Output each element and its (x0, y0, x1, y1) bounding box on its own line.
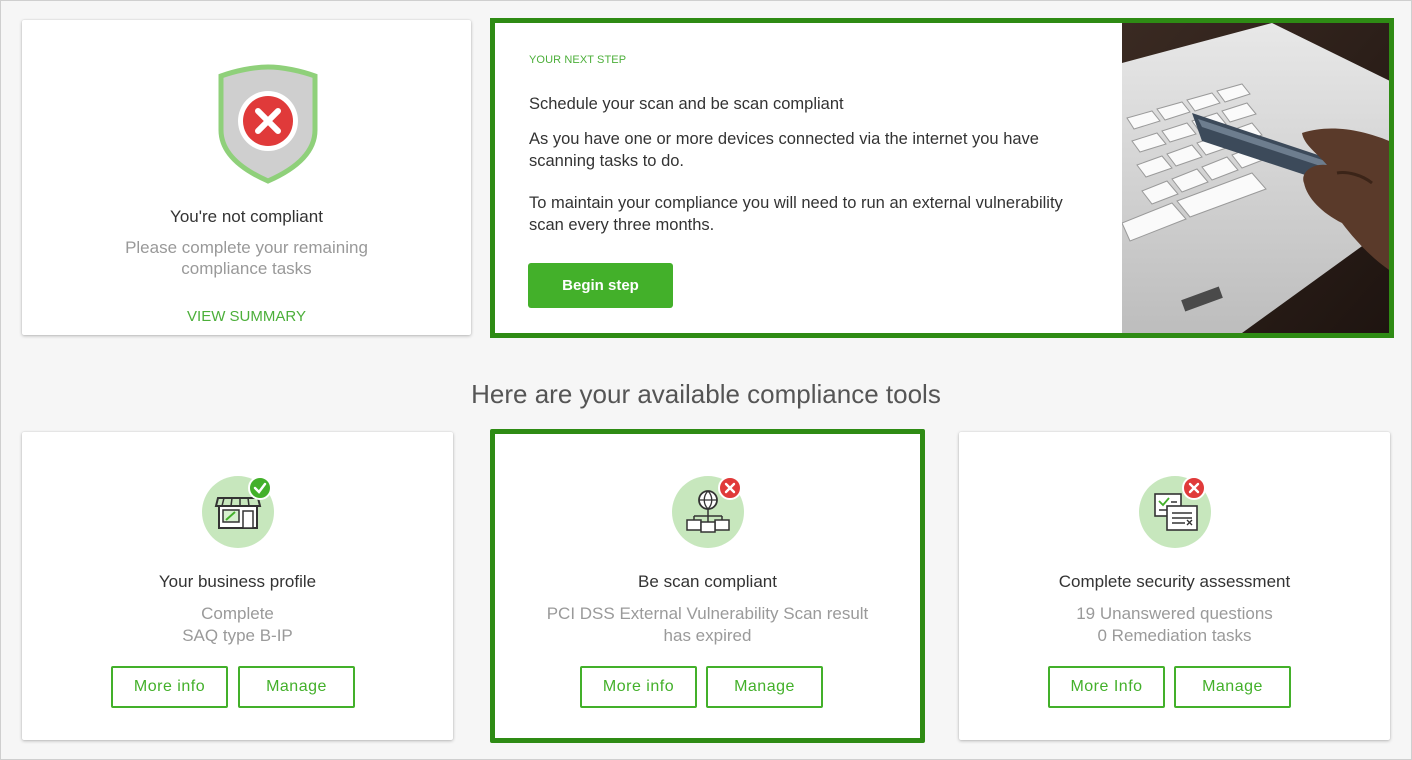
status-description-line2: compliance tasks (181, 259, 312, 278)
next-step-paragraph-2: To maintain your compliance you will nee… (529, 194, 1063, 234)
scan-compliant-card: Be scan compliant PCI DSS External Vulne… (490, 429, 925, 743)
tool-title: Complete security assessment (1058, 572, 1291, 591)
next-step-paragraph-1: As you have one or more devices connecte… (529, 130, 1039, 170)
more-info-button[interactable]: More info (580, 666, 697, 708)
tool-title: Your business profile (158, 572, 317, 591)
tool-status-line2: 0 Remediation tasks (1097, 626, 1252, 645)
tool-title: Be scan compliant (638, 572, 777, 591)
tool-status-line1: PCI DSS External Vulnerability Scan resu… (546, 604, 869, 623)
security-assessment-card: Complete security assessment 19 Unanswer… (959, 432, 1390, 740)
manage-button[interactable]: Manage (1174, 666, 1291, 708)
status-description: Please complete your remaining complianc… (112, 237, 381, 279)
incomplete-x-icon (718, 476, 742, 500)
view-summary-link[interactable]: VIEW SUMMARY (22, 308, 471, 325)
tool-status-line2: SAQ type B-IP (182, 626, 293, 645)
compliance-status-card: You're not compliant Please complete you… (22, 20, 471, 335)
next-step-headline: Schedule your scan and be scan compliant (529, 95, 844, 113)
complete-check-icon (248, 476, 272, 500)
begin-step-button[interactable]: Begin step (528, 263, 673, 308)
laptop-card-photo (1122, 23, 1389, 333)
next-step-eyebrow: YOUR NEXT STEP (529, 54, 627, 66)
more-info-button[interactable]: More Info (1048, 666, 1165, 708)
incomplete-x-icon (1182, 476, 1206, 500)
status-description-line1: Please complete your remaining (125, 238, 368, 257)
status-title: You're not compliant (170, 207, 323, 226)
shield-x-icon (218, 64, 318, 184)
tool-status-line1: 19 Unanswered questions (1076, 604, 1273, 623)
tool-status-line1: Complete (201, 604, 274, 623)
manage-button[interactable]: Manage (706, 666, 823, 708)
tool-status-line2: has expired (663, 626, 752, 645)
business-profile-card: Your business profile Complete SAQ type … (22, 432, 453, 740)
more-info-button[interactable]: More info (111, 666, 228, 708)
tools-heading: Here are your available compliance tools (471, 379, 941, 409)
next-step-banner: YOUR NEXT STEP Schedule your scan and be… (490, 18, 1394, 338)
manage-button[interactable]: Manage (238, 666, 355, 708)
